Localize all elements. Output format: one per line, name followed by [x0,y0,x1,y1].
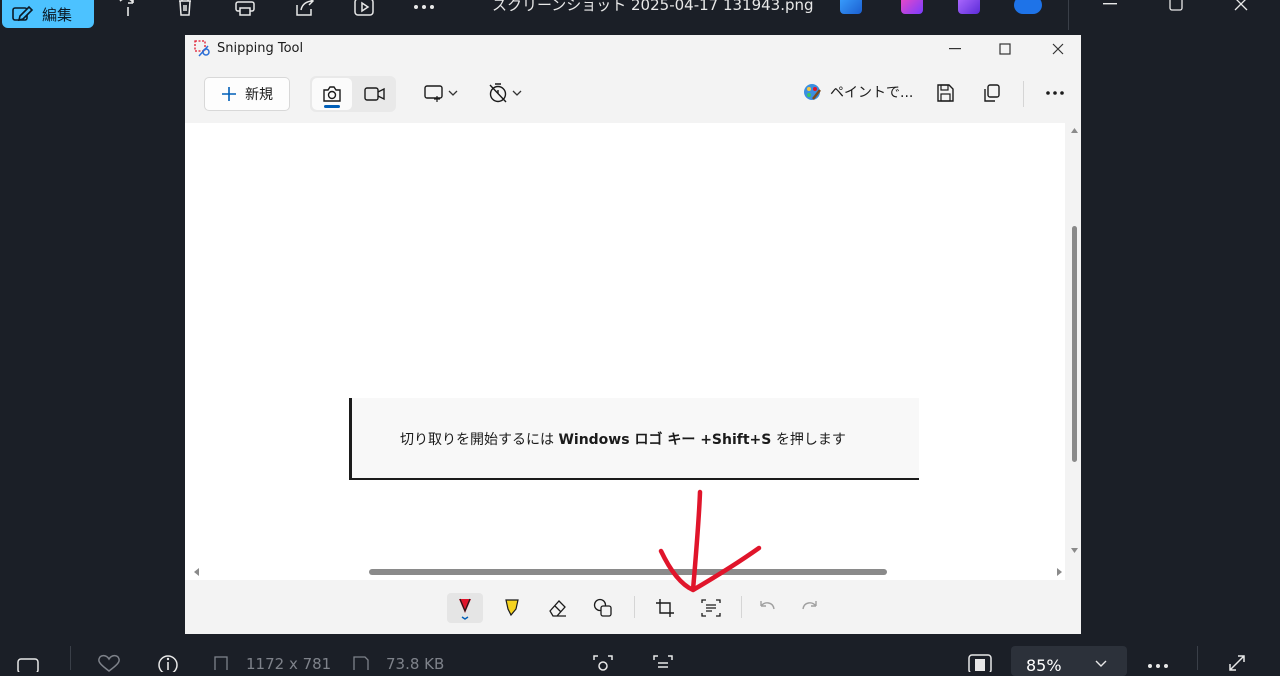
edit-pen-icon [12,5,34,23]
chevron-down-icon [1095,660,1107,667]
delete-icon[interactable] [172,0,198,20]
copy-icon[interactable] [982,81,1002,105]
tool-divider [741,596,742,618]
pen-icon [459,598,471,620]
open-in-paint-button[interactable]: ペイントで... [802,82,913,102]
slideshow-icon[interactable] [351,0,377,20]
chevron-down-icon [512,90,522,96]
shapes-tool[interactable] [585,593,621,623]
scroll-down-arrow-icon[interactable] [1068,544,1081,558]
annotation-toolbar [185,581,1081,634]
text-scan-icon[interactable] [652,654,674,672]
snip-shape-dropdown[interactable] [423,81,458,105]
open-in-paint-label: ペイントで... [830,85,914,101]
snipping-tool-window: Snipping Tool 新規 ペイントで... 切り取りを開始するには Wi… [185,35,1081,634]
scroll-up-arrow-icon[interactable] [1068,123,1081,137]
status-divider [70,646,71,670]
share-icon[interactable] [292,0,318,20]
zoom-dropdown[interactable]: 85% [1011,646,1127,676]
status-divider [1197,646,1198,670]
new-snip-button[interactable]: 新規 [204,77,290,111]
crop-tool[interactable] [647,593,683,623]
tool-divider [634,596,635,618]
text-actions-icon [701,599,721,617]
minimize-icon[interactable] [1095,0,1125,16]
dimensions-icon [214,656,230,670]
file-size-icon [353,656,369,670]
print-icon[interactable] [232,0,258,20]
ballpoint-pen-tool[interactable] [447,593,483,623]
onedrive-icon[interactable] [1014,0,1042,14]
more-icon[interactable] [411,0,437,20]
eraser-icon [549,600,566,617]
shapes-icon [593,598,612,617]
plus-icon [221,86,237,102]
snip-toolbar: 新規 ペイントで... [185,63,1081,123]
hint-text: 切り取りを開始するには Windows ロゴ キー +Shift+S を押します [400,432,846,448]
copilot-app-icon[interactable] [901,0,923,14]
new-snip-label: 新規 [245,87,273,103]
redo-icon [802,601,817,610]
zoom-value: 85% [1026,656,1062,675]
text-actions-tool[interactable] [693,593,729,623]
designer-app-icon[interactable] [958,0,980,14]
highlighter-icon [505,599,519,617]
save-icon[interactable] [935,81,955,105]
eraser-tool[interactable] [540,593,576,623]
redo-button[interactable] [791,593,827,623]
highlighter-tool[interactable] [494,593,530,623]
rectangle-snip-icon [423,83,445,103]
horizontal-scroll-thumb[interactable] [369,569,887,575]
camera-icon [322,85,342,103]
file-title: スクリーンショット 2025-04-17 131943.png [492,0,814,14]
snip-window-title: Snipping Tool [217,41,304,56]
snip-titlebar: Snipping Tool [185,35,1081,63]
file-size: 73.8 KB [386,655,445,673]
maximize-icon[interactable] [1161,0,1191,16]
viewer-toolbar: 編集 スクリーンショット 2025-04-17 131943.png [0,0,1280,30]
viewer-statusbar: 1172 x 781 73.8 KB 85% [0,634,1280,676]
vertical-scrollbar[interactable] [1068,123,1081,580]
snip-maximize-icon[interactable] [992,39,1018,59]
visual-search-icon[interactable] [592,654,614,672]
rotate-icon[interactable] [114,0,140,20]
crop-icon [656,599,674,617]
snipping-tool-logo-icon [194,40,212,58]
close-icon[interactable] [1226,0,1256,16]
start-snip-hint: 切り取りを開始するには Windows ロゴ キー +Shift+S を押します [349,398,919,480]
chevron-down-icon [448,90,458,96]
image-dimensions: 1172 x 781 [246,655,332,673]
delay-dropdown[interactable] [487,81,522,105]
info-icon[interactable] [157,654,179,672]
scroll-right-arrow-icon[interactable] [1053,563,1067,581]
viewer-more-icon[interactable] [1146,662,1170,670]
toolbar-divider [1023,81,1024,107]
video-mode-button[interactable] [356,78,394,110]
right-edge-strip [1270,0,1280,634]
timer-off-icon [487,82,509,104]
scroll-left-arrow-icon[interactable] [189,563,203,581]
snip-canvas: 切り取りを開始するには Windows ロゴ キー +Shift+S を押します [185,123,1065,580]
selected-indicator [324,105,340,108]
horizontal-scrollbar[interactable] [185,563,1065,581]
edit-button[interactable]: 編集 [2,0,94,28]
undo-button[interactable] [750,593,786,623]
snip-minimize-icon[interactable] [942,39,968,59]
fit-to-window-icon[interactable] [968,654,992,672]
paint-app-icon [802,82,822,102]
video-camera-icon [364,86,386,102]
undo-icon [760,601,775,610]
capture-mode-toggle [310,76,396,112]
snip-more-icon[interactable] [1045,81,1065,105]
snip-close-icon[interactable] [1045,39,1071,59]
screenshot-mode-button[interactable] [312,78,352,110]
clipchamp-app-icon[interactable] [840,0,862,14]
favorite-heart-icon[interactable] [97,654,121,672]
vertical-scroll-thumb[interactable] [1072,226,1077,462]
fullscreen-icon[interactable] [1226,654,1248,672]
edit-label: 編集 [42,5,73,24]
toolbar-divider [1068,0,1069,30]
